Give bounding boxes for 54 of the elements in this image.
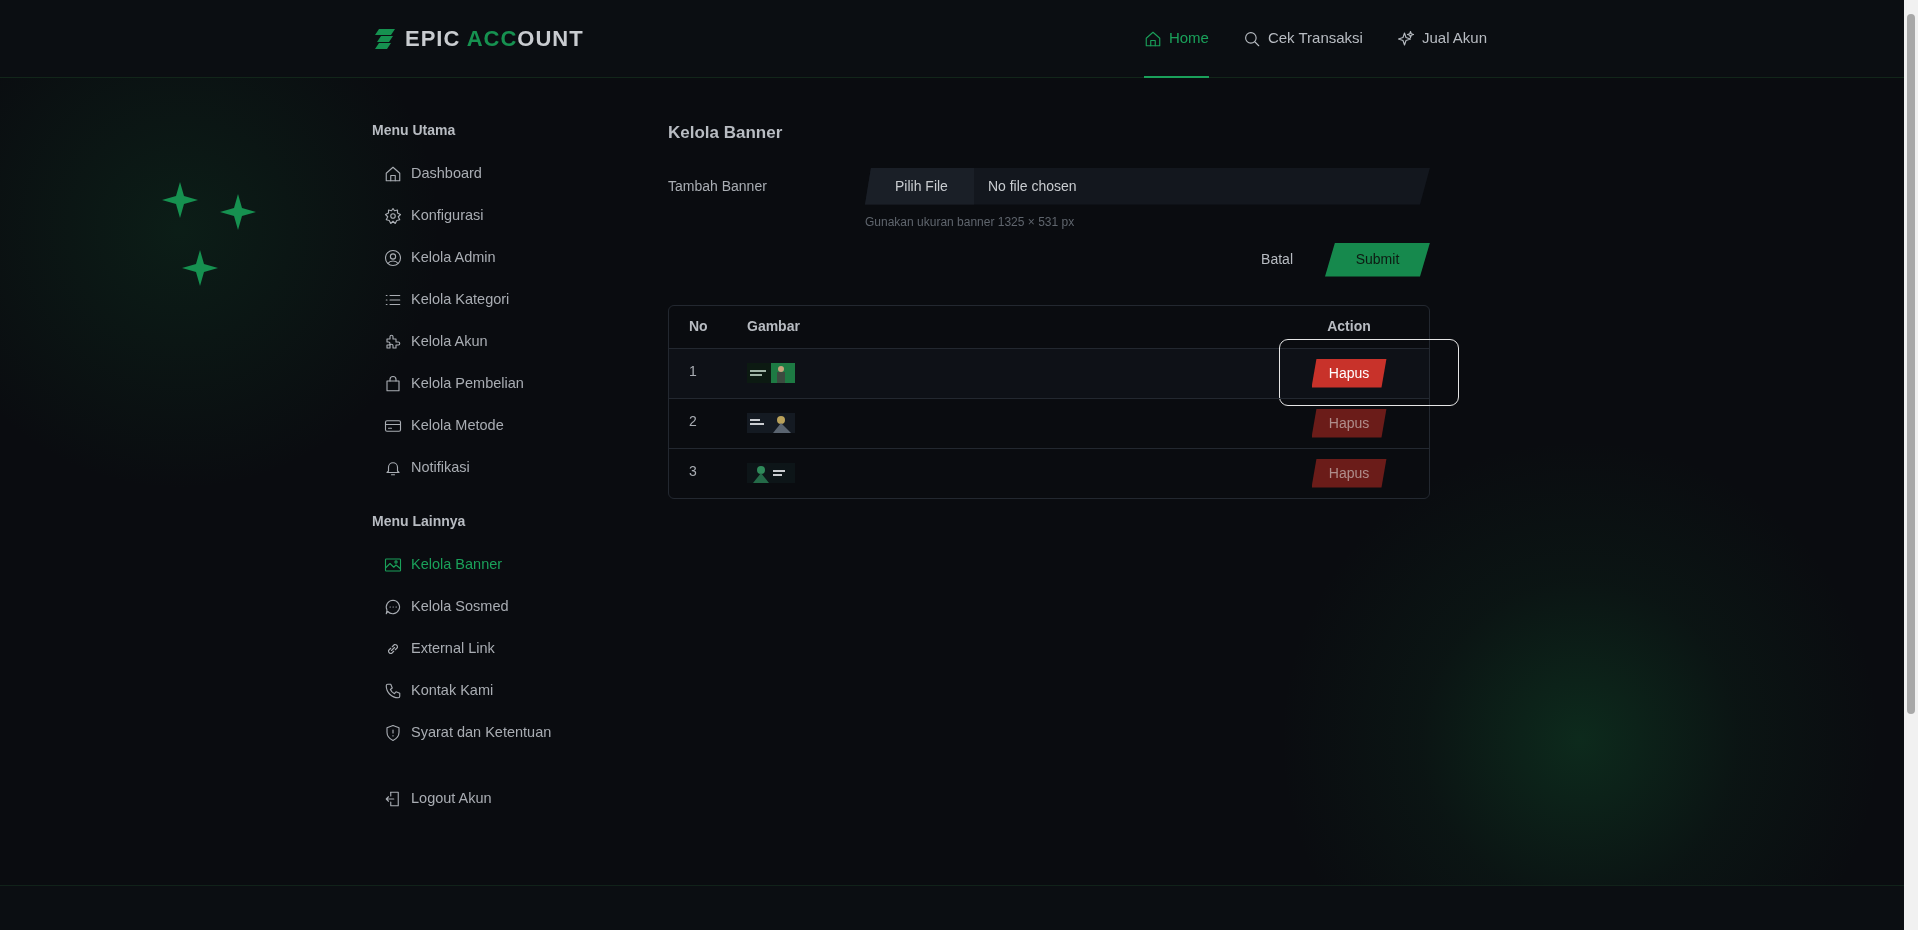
sidebar-item[interactable]: Kelola Admin — [372, 237, 668, 279]
search-icon — [1242, 29, 1261, 48]
sidebar-item[interactable]: Kelola Akun — [372, 321, 668, 363]
bell-icon — [384, 459, 402, 477]
choose-file-button[interactable]: Pilih File — [865, 167, 974, 205]
hint-text: Gunakan ukuran banner 1325 × 531 px — [865, 213, 1076, 231]
card-icon — [384, 417, 402, 435]
sidebar-item[interactable]: Kelola Sosmed — [372, 586, 668, 628]
puzzle-icon — [384, 333, 402, 351]
sidebar-item[interactable]: Notifikasi — [372, 447, 668, 489]
sidebar-item[interactable]: Kelola Pembelian — [372, 363, 668, 405]
column-header: Action — [1326, 317, 1372, 336]
column-header: Gambar — [747, 317, 801, 336]
gear-icon — [384, 207, 402, 225]
nav-link[interactable]: Home — [1143, 0, 1209, 78]
phone-icon — [384, 682, 402, 700]
file-input[interactable]: Pilih File No file chosen — [865, 167, 1430, 205]
delete-button[interactable]: Hapus — [1311, 458, 1387, 488]
shield-icon — [384, 724, 402, 742]
sidebar-item[interactable]: Dashboard — [372, 153, 668, 195]
file-status: No file chosen — [986, 176, 1077, 196]
scrollbar[interactable] — [1904, 0, 1918, 930]
field-label: Tambah Banner — [668, 176, 768, 196]
delete-button[interactable]: Hapus — [1311, 358, 1387, 388]
nav-link[interactable]: Cek Transaksi — [1242, 0, 1363, 78]
sidebar-item[interactable]: Kelola Kategori — [372, 279, 668, 321]
sparkles-icon — [1396, 29, 1415, 48]
user-icon — [384, 249, 402, 267]
logout-icon — [384, 790, 402, 808]
row-number: 1 — [689, 362, 697, 379]
row-number: 3 — [689, 462, 697, 479]
sidebar-item[interactable]: Syarat dan Ketentuan — [372, 712, 668, 754]
sidebar-item[interactable]: Kelola Banner — [372, 544, 668, 586]
logout-link[interactable]: Logout Akun — [372, 778, 668, 820]
nav-link[interactable]: Jual Akun — [1396, 0, 1487, 78]
home-icon — [1143, 29, 1162, 48]
cancel-button[interactable]: Batal — [1255, 248, 1299, 271]
row-number: 2 — [689, 412, 697, 429]
logo-icon — [373, 26, 397, 51]
sidebar-item[interactable]: Kelola Metode — [372, 405, 668, 447]
home-icon — [384, 165, 402, 183]
section-title: Menu Utama — [372, 121, 457, 140]
image-icon — [384, 556, 402, 574]
submit-button[interactable]: Submit — [1325, 242, 1430, 277]
bag-icon — [384, 375, 402, 393]
sidebar-item[interactable]: Kontak Kami — [372, 670, 668, 712]
column-header: No — [688, 317, 709, 336]
delete-button[interactable]: Hapus — [1311, 408, 1387, 438]
chat-icon — [384, 598, 402, 616]
page-title: Kelola Banner — [668, 122, 784, 144]
sidebar-item[interactable]: Konfigurasi — [372, 195, 668, 237]
section-title: Menu Lainnya — [372, 512, 467, 531]
logo-text: EPIC ACCOUNT — [405, 25, 584, 53]
sidebar-item[interactable]: External Link — [372, 628, 668, 670]
